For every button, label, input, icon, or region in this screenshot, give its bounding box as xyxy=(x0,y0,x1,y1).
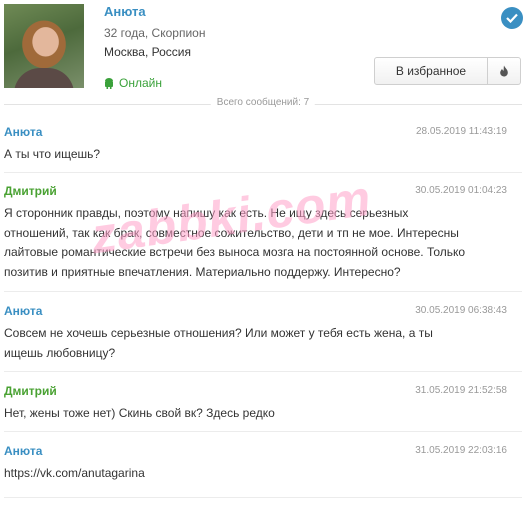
fire-icon xyxy=(500,65,508,77)
message-author[interactable]: Анюта xyxy=(4,125,42,139)
message-text: А ты что ищешь? xyxy=(4,147,101,161)
message-text: Совсем не хочешь серьезные отношения? Ил… xyxy=(4,326,433,360)
message-date: 30.05.2019 06:38:43 xyxy=(415,305,507,316)
profile-header: Анюта 32 года, Скорпион Москва, Россия О… xyxy=(0,0,526,97)
favorite-button-group: В избранное xyxy=(374,57,521,85)
message-text: Нет, жены тоже нет) Скинь свой вк? Здесь… xyxy=(4,406,275,420)
message-author[interactable]: Анюта xyxy=(4,304,42,318)
message-date: 31.05.2019 22:03:16 xyxy=(415,445,507,456)
android-icon xyxy=(105,77,113,89)
message-date: 31.05.2019 21:52:58 xyxy=(415,385,507,396)
profile-age-sign: 32 года, Скорпион xyxy=(104,26,206,40)
total-messages-label: Всего сообщений: 7 xyxy=(210,97,316,108)
online-status-label: Онлайн xyxy=(119,76,162,90)
online-status: Онлайн xyxy=(104,76,162,90)
message-author[interactable]: Дмитрий xyxy=(4,184,57,198)
messages-count-divider: Всего сообщений: 7 xyxy=(0,96,526,112)
message-author[interactable]: Дмитрий xyxy=(4,384,57,398)
fire-button[interactable] xyxy=(488,57,521,85)
message-date: 28.05.2019 11:43:19 xyxy=(415,126,507,137)
add-to-favorites-button[interactable]: В избранное xyxy=(374,57,488,85)
verified-check-icon xyxy=(501,7,523,29)
message-author[interactable]: Анюта xyxy=(4,444,42,458)
message-text: Я сторонник правды, поэтому напишу как е… xyxy=(4,206,466,279)
message-link[interactable]: https://vk.com/anutagarina xyxy=(4,464,474,484)
profile-name[interactable]: Анюта xyxy=(104,4,146,19)
message-date: 30.05.2019 01:04:23 xyxy=(415,185,507,196)
avatar[interactable] xyxy=(4,4,84,88)
profile-city: Москва, Россия xyxy=(104,45,191,59)
